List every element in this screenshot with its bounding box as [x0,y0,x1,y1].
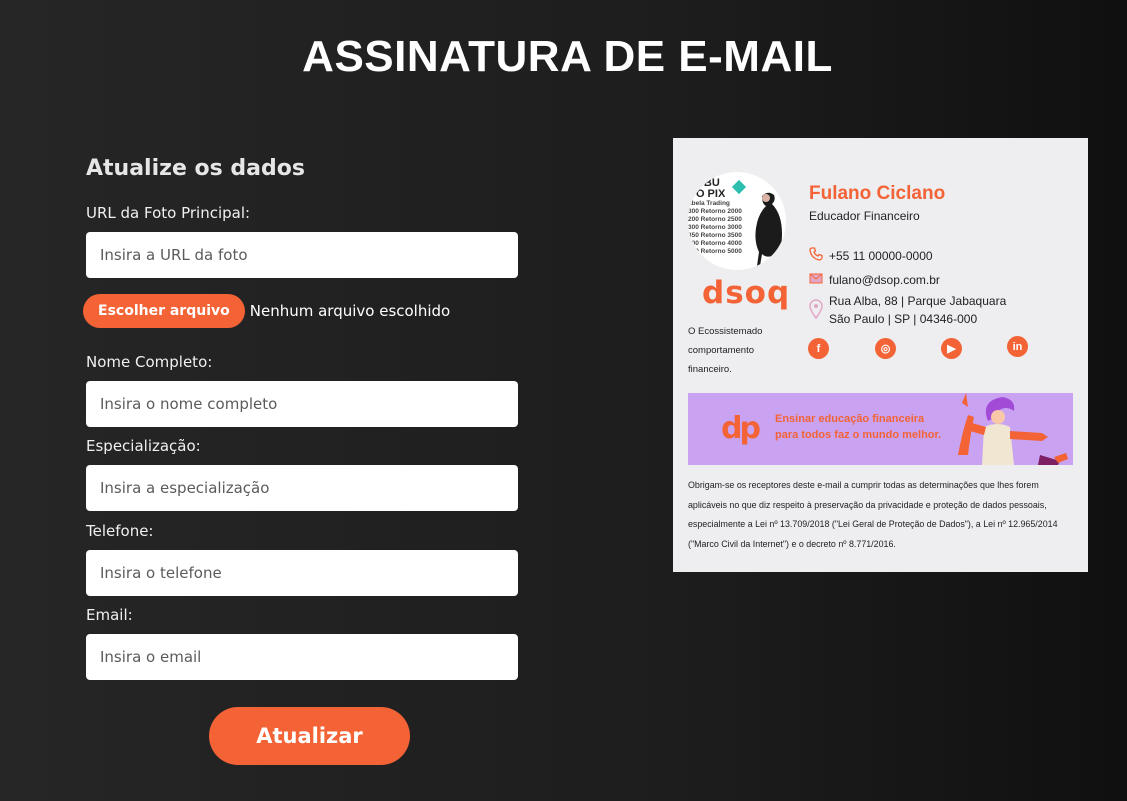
banner-line-2: para todos faz o mundo melhor. [775,429,942,441]
form-title: Atualize os dados [86,156,305,181]
instagram-icon[interactable]: ◎ [875,338,896,359]
specialization-input[interactable] [86,465,518,511]
dsoq-logo: dsoq [702,275,791,311]
photo-headline: RUBU DO PIX [688,177,726,200]
youtube-icon[interactable]: ▶ [941,338,962,359]
address-line-2: São Paulo | SP | 04346-000 [829,312,978,326]
phone-input[interactable] [86,550,518,596]
email-label: Email: [86,606,133,624]
location-pin-icon [809,299,823,320]
signature-name: Fulano Ciclano [809,183,946,204]
contact-address: Rua Alba, 88 | Parque Jabaquara São Paul… [809,292,1006,328]
contact-email: fulano@dsop.com.br [809,271,940,289]
email-input[interactable] [86,634,518,680]
mail-icon [809,273,823,284]
banner-illustration [958,393,1068,465]
dp-logo: dp [721,411,761,446]
diamond-icon [731,179,747,195]
vulture-image [755,192,782,266]
specialization-label: Especialização: [86,437,201,455]
facebook-icon[interactable]: f [808,338,829,359]
page-title: ASSINATURA DE E-MAIL [302,32,833,81]
promo-banner: dp Ensinar educação financeira para todo… [688,393,1073,465]
linkedin-icon[interactable]: in [1007,336,1028,357]
photo-url-label: URL da Foto Principal: [86,204,251,222]
photo-table-text: abela Trading 300 Retorno 2000 200 Retor… [688,200,742,255]
address-line-1: Rua Alba, 88 | Parque Jabaquara [829,294,1007,308]
contact-phone: +55 11 00000-0000 [809,247,933,265]
full-name-input[interactable] [86,381,518,427]
signature-phone: +55 11 00000-0000 [829,249,933,263]
banner-line-1: Ensinar educação financeira [775,413,925,425]
signature-preview: RUBU DO PIX abela Trading 300 Retorno 20… [673,138,1088,572]
photo-url-input[interactable] [86,232,518,278]
file-status-text: Nenhum arquivo escolhido [249,302,451,320]
signature-role: Educador Financeiro [809,209,920,223]
update-button[interactable]: Atualizar [209,707,410,765]
full-name-label: Nome Completo: [86,353,213,371]
profile-photo: RUBU DO PIX abela Trading 300 Retorno 20… [688,172,786,270]
phone-icon [809,247,823,261]
signature-email: fulano@dsop.com.br [829,273,940,287]
tagline: O Ecossistemado comportamento financeiro… [688,326,763,375]
file-picker: Escolher arquivo Nenhum arquivo escolhid… [83,294,450,328]
phone-label: Telefone: [86,522,154,540]
legal-notice: Obrigam-se os receptores deste e-mail a … [688,480,1058,549]
choose-file-button[interactable]: Escolher arquivo [83,294,245,328]
